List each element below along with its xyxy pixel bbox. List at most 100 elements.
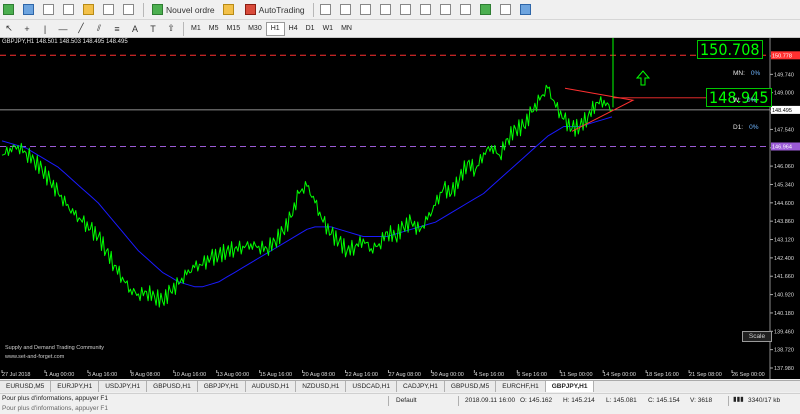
up-arrow-icon: [635, 70, 651, 86]
tf-m30[interactable]: M30: [244, 22, 266, 36]
strategy-tester-icon[interactable]: [121, 2, 139, 18]
red-level-label: 150.778: [772, 53, 792, 59]
traffic-indicator: 3340/17 kb: [748, 397, 781, 404]
watermark-line1: Supply and Demand Trading Community: [5, 345, 105, 351]
y-tick-label: 141.660: [774, 274, 794, 280]
chart-window[interactable]: 150.480149.740149.000148.260147.540146.8…: [0, 38, 800, 379]
tf-mn[interactable]: MN: [337, 22, 356, 36]
navigator-icon[interactable]: [81, 2, 99, 18]
x-tick-label: 4 Sep 16:00: [474, 372, 504, 378]
y-tick-label: 138.720: [774, 348, 794, 354]
chart-tab[interactable]: AUDUSD,H1: [246, 381, 297, 392]
metaeditor-icon[interactable]: [221, 2, 239, 18]
chart-tab[interactable]: NZDUSD,H1: [296, 381, 347, 392]
y-tick-label: 142.400: [774, 256, 794, 262]
templates-icon[interactable]: [518, 2, 536, 18]
chart-tab[interactable]: GBPUSD,H1: [147, 381, 198, 392]
tf-h4[interactable]: H4: [285, 22, 302, 36]
x-tick-label: 3 Aug 16:00: [88, 372, 117, 378]
chart-tab[interactable]: EURJPY,H1: [51, 381, 100, 392]
tf-h1[interactable]: H1: [265, 21, 285, 36]
watermark-line2: www.set-and-forget.com: [5, 354, 65, 360]
chart-tab[interactable]: GBPUSD,M5: [445, 381, 497, 392]
chart-tab[interactable]: GBPJPY,H1: [545, 381, 595, 392]
x-tick-label: 10 Aug 16:00: [174, 372, 206, 378]
y-tick-label: 145.340: [774, 182, 794, 188]
chart-tab[interactable]: USDCAD,H1: [346, 381, 397, 392]
mn-label: MN:: [733, 70, 745, 77]
indicators-icon[interactable]: [478, 2, 496, 18]
label-icon[interactable]: T: [145, 21, 161, 37]
x-tick-label: 1 Aug 00:00: [45, 372, 74, 378]
x-tick-label: 27 Aug 08:00: [388, 372, 420, 378]
x-tick-label: 15 Aug 16:00: [260, 372, 292, 378]
x-tick-label: 13 Aug 00:00: [217, 372, 249, 378]
autotrading-icon: [244, 4, 256, 15]
x-tick-label: 18 Sep 16:00: [646, 372, 679, 378]
cursor-icon[interactable]: ↖: [1, 21, 17, 37]
scale-button[interactable]: Scale: [742, 331, 772, 342]
crosshair-icon[interactable]: +: [19, 21, 35, 37]
autoscroll-icon[interactable]: [458, 2, 476, 18]
autotrading-button[interactable]: AutoTrading: [241, 2, 309, 18]
chart-tab[interactable]: EURCHF,H1: [496, 381, 546, 392]
profiles-icon[interactable]: [21, 2, 39, 18]
chart-tab[interactable]: CADJPY,H1: [397, 381, 445, 392]
autotrading-label: AutoTrading: [258, 4, 305, 15]
x-tick-label: 26 Sep 00:00: [732, 372, 765, 378]
trendline-icon[interactable]: ╱: [73, 21, 89, 37]
candlestick-icon[interactable]: [338, 2, 356, 18]
market-watch-icon[interactable]: [41, 2, 59, 18]
help-text-1: Pour plus d'informations, appuyer F1: [2, 395, 109, 402]
y-tick-label: 146.060: [774, 164, 794, 170]
y-tick-label: 144.600: [774, 201, 794, 207]
status-open: O: 145.162: [520, 397, 553, 404]
chart-canvas[interactable]: 150.480149.740149.000148.260147.540146.8…: [0, 38, 800, 379]
x-tick-label: 30 Aug 00:00: [431, 372, 463, 378]
zoom-in-icon[interactable]: [378, 2, 396, 18]
tf-w1[interactable]: W1: [319, 22, 338, 36]
status-high: H: 145.214: [563, 397, 595, 404]
w-value: 0%: [746, 97, 757, 104]
terminal-icon[interactable]: [101, 2, 119, 18]
tile-windows-icon[interactable]: [418, 2, 436, 18]
new-order-button[interactable]: Nouvel ordre: [148, 2, 219, 18]
new-order-icon: [152, 4, 163, 15]
drawing-toolbar: ↖ + | — ╱ ⫽ ≡ A T ⇧ M1 M5 M15 M30 H1 H4 …: [0, 20, 800, 38]
x-tick-label: 22 Aug 16:00: [346, 372, 378, 378]
mn-value: 0%: [750, 70, 761, 77]
profile-name[interactable]: Default: [396, 397, 417, 404]
chart-tab[interactable]: GBPJPY,H1: [198, 381, 246, 392]
price-line: [1, 84, 613, 308]
d1-value: 0%: [749, 124, 759, 131]
tf-m1[interactable]: M1: [187, 22, 205, 36]
data-window-icon[interactable]: [61, 2, 79, 18]
new-chart-icon[interactable]: [1, 2, 19, 18]
tf-m5[interactable]: M5: [205, 22, 223, 36]
y-tick-label: 140.920: [774, 293, 794, 299]
horizontal-line-icon[interactable]: —: [55, 21, 71, 37]
tf-d1[interactable]: D1: [302, 22, 319, 36]
periods-icon[interactable]: [498, 2, 516, 18]
bar-chart-icon[interactable]: [318, 2, 336, 18]
line-chart-icon[interactable]: [358, 2, 376, 18]
arrows-icon[interactable]: ⇧: [163, 21, 179, 37]
chart-tabs: EURUSD,M5 EURJPY,H1 USDJPY,H1 GBPUSD,H1 GBPJ…: [0, 380, 800, 392]
y-tick-label: 139.460: [774, 329, 794, 335]
text-icon[interactable]: A: [127, 21, 143, 37]
chart-tab[interactable]: USDJPY,H1: [99, 381, 148, 392]
chart-tab[interactable]: EURUSD,M5: [0, 381, 52, 392]
tf-m15[interactable]: M15: [222, 22, 244, 36]
fibonacci-icon[interactable]: ≡: [109, 21, 125, 37]
y-tick-label: 147.540: [774, 127, 794, 133]
status-bar: Pour plus d'informations, appuyer F1 Pou…: [0, 393, 800, 414]
vertical-line-icon[interactable]: |: [37, 21, 53, 37]
status-low: L: 145.081: [606, 397, 637, 404]
zoom-out-icon[interactable]: [398, 2, 416, 18]
help-text-2: Pour plus d'informations, appuyer F1: [2, 405, 109, 412]
current-price-label: 148.495: [772, 108, 792, 114]
chart-shift-icon[interactable]: [438, 2, 456, 18]
equidistant-channel-icon[interactable]: ⫽: [91, 21, 107, 37]
y-tick-label: 143.860: [774, 219, 794, 225]
moving-average-line: [1, 116, 613, 288]
